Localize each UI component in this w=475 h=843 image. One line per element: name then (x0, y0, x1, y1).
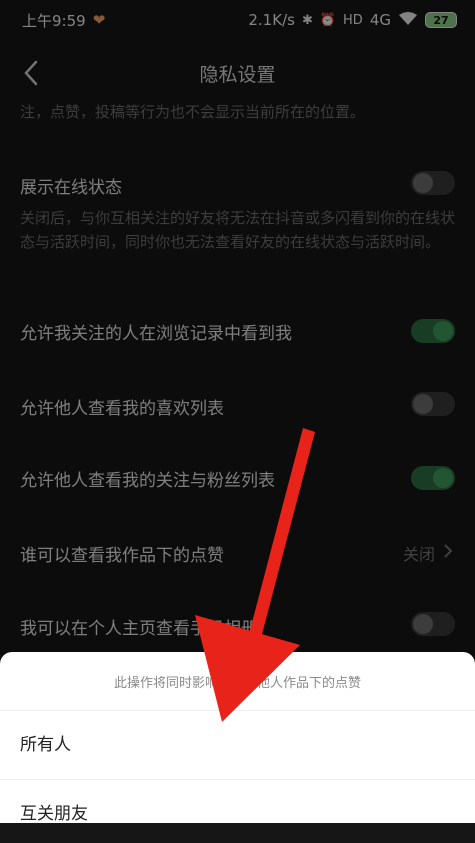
option-mutual-friends[interactable]: 互关朋友 (0, 779, 475, 843)
option-everyone[interactable]: 所有人 (0, 710, 475, 774)
visibility-bottom-sheet: 此操作将同时影响你查看他人作品下的点赞 所有人 互关朋友 (0, 652, 475, 824)
sheet-hint: 此操作将同时影响你查看他人作品下的点赞 (113, 676, 361, 691)
